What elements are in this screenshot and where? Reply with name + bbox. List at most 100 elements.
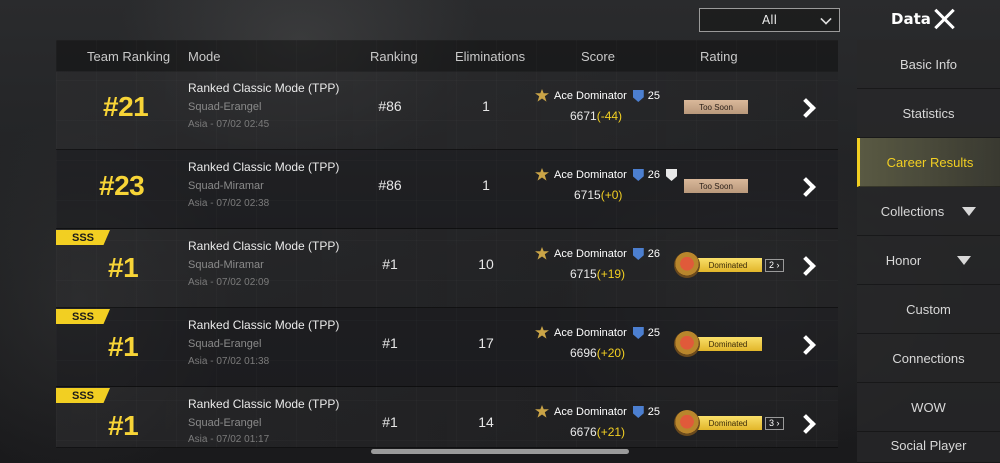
chevron-right-icon[interactable] xyxy=(798,335,818,355)
rating-badge: Dominated xyxy=(694,416,762,430)
chevron-right-icon[interactable] xyxy=(798,177,818,197)
tier-level: 26 xyxy=(647,169,661,181)
rating-dominated: Dominated 2 › xyxy=(674,252,784,278)
sidebar-item-social-player[interactable]: Social Player xyxy=(857,432,1000,463)
rating-badge: Dominated xyxy=(694,337,762,351)
match-meta: Asia - 07/02 02:09 xyxy=(188,277,270,288)
rating-dominated: Dominated xyxy=(674,331,762,357)
eliminations: 14 xyxy=(478,414,494,430)
sss-badge: SSS xyxy=(56,230,110,245)
score: 6676(+21) xyxy=(570,425,625,439)
eliminations: 1 xyxy=(482,98,490,114)
team-rank: #1 xyxy=(108,252,139,283)
score-value: 6715 xyxy=(574,188,601,202)
match-meta: Asia - 07/02 01:17 xyxy=(188,434,270,445)
tier: Ace Dominator 26 xyxy=(534,246,660,262)
sss-badge: SSS xyxy=(56,309,110,324)
score-value: 6676 xyxy=(570,425,597,439)
match-meta: Asia - 07/02 01:38 xyxy=(188,356,270,367)
sidebar: Basic Info Statistics Career Results Col… xyxy=(857,40,1000,463)
sidebar-item-basic-info[interactable]: Basic Info xyxy=(857,40,1000,89)
mode-map: Squad-Erangel xyxy=(188,338,262,350)
chevron-down-icon xyxy=(820,13,832,25)
eliminations: 10 xyxy=(478,256,494,272)
rating-count[interactable]: 3 › xyxy=(765,416,784,430)
chevron-right-icon[interactable] xyxy=(798,98,818,118)
match-meta: Asia - 07/02 02:45 xyxy=(188,119,270,130)
chevron-right-icon[interactable] xyxy=(798,256,818,276)
horizontal-scrollbar[interactable] xyxy=(371,449,629,454)
match-ranking: #86 xyxy=(378,98,402,114)
table-row[interactable]: #21 Ranked Classic Mode (TPP) Squad-Eran… xyxy=(56,71,838,150)
tier-name: Ace Dominator xyxy=(554,90,627,102)
col-team-ranking: Team Ranking xyxy=(87,49,171,64)
sidebar-item-label: Career Results xyxy=(886,154,974,170)
ace-dominator-icon xyxy=(534,325,550,341)
rating-badge: Dominated xyxy=(694,258,762,272)
table-row[interactable]: SSS #1 Ranked Classic Mode (TPP) Squad-E… xyxy=(56,387,838,448)
sidebar-item-label: Social Player xyxy=(890,438,967,453)
tier: Ace Dominator 25 xyxy=(534,88,660,104)
score-delta: (+0) xyxy=(600,188,623,202)
table-row[interactable]: #23 Ranked Classic Mode (TPP) Squad-Mira… xyxy=(56,150,838,229)
ace-dominator-icon xyxy=(534,246,550,262)
sidebar-item-label: Connections xyxy=(892,350,965,366)
match-ranking: #1 xyxy=(382,256,398,272)
chevron-down-icon xyxy=(962,206,977,216)
col-rating: Rating xyxy=(700,49,738,64)
rating-count[interactable]: 2 › xyxy=(765,258,784,272)
col-ranking: Ranking xyxy=(370,49,418,64)
filter-value: All xyxy=(762,13,777,27)
chevron-right-icon[interactable] xyxy=(798,414,818,434)
close-icon[interactable] xyxy=(933,8,955,30)
team-rank: #21 xyxy=(103,91,149,122)
ace-dominator-icon xyxy=(534,404,550,420)
mode-map: Squad-Miramar xyxy=(188,180,264,192)
sidebar-item-collections[interactable]: Collections xyxy=(857,187,1000,236)
mode-title: Ranked Classic Mode (TPP) xyxy=(188,397,340,411)
filter-dropdown[interactable]: All xyxy=(699,8,840,32)
match-ranking: #1 xyxy=(382,414,398,430)
rating-badge: Too Soon xyxy=(684,100,748,114)
page-title: Data xyxy=(891,10,931,28)
sidebar-item-wow[interactable]: WOW xyxy=(857,383,1000,432)
tier-level-icon xyxy=(632,327,644,339)
eliminations: 1 xyxy=(482,177,490,193)
match-meta: Asia - 07/02 02:38 xyxy=(188,198,270,209)
mode-map: Squad-Miramar xyxy=(188,259,264,271)
col-mode: Mode xyxy=(188,49,221,64)
protection-icon xyxy=(666,169,678,181)
score-delta: (-44) xyxy=(596,109,623,123)
sidebar-item-honor[interactable]: Honor xyxy=(857,236,1000,285)
tier-level-icon xyxy=(632,248,644,260)
tier-level-icon xyxy=(632,169,644,181)
tier: Ace Dominator 25 xyxy=(534,404,660,420)
score-delta: (+19) xyxy=(596,267,626,281)
sidebar-item-statistics[interactable]: Statistics xyxy=(857,89,1000,138)
tier-name: Ace Dominator xyxy=(554,327,627,339)
score: 6715(+0) xyxy=(574,188,622,202)
col-eliminations: Eliminations xyxy=(455,49,526,64)
table-row[interactable]: SSS #1 Ranked Classic Mode (TPP) Squad-M… xyxy=(56,229,838,308)
team-rank: #23 xyxy=(99,170,145,201)
mode-map: Squad-Erangel xyxy=(188,101,262,113)
tier-level-icon xyxy=(632,90,644,102)
mode-title: Ranked Classic Mode (TPP) xyxy=(188,318,340,332)
dominated-medal-icon xyxy=(674,331,700,357)
sss-badge: SSS xyxy=(56,388,110,403)
score-delta: (+21) xyxy=(596,425,626,439)
score: 6671(-44) xyxy=(570,109,622,123)
match-ranking: #86 xyxy=(378,177,402,193)
score-value: 6715 xyxy=(570,267,597,281)
sidebar-item-connections[interactable]: Connections xyxy=(857,334,1000,383)
sidebar-item-career-results[interactable]: Career Results xyxy=(857,138,1000,187)
mode-map: Squad-Erangel xyxy=(188,417,262,429)
sidebar-item-custom[interactable]: Custom xyxy=(857,285,1000,334)
table-row[interactable]: SSS #1 Ranked Classic Mode (TPP) Squad-E… xyxy=(56,308,838,387)
sidebar-item-label: Custom xyxy=(906,301,951,317)
career-results-table: Team Ranking Mode Ranking Eliminations S… xyxy=(56,40,838,448)
ace-dominator-icon xyxy=(534,88,550,104)
ace-dominator-icon xyxy=(534,167,550,183)
rating-badge: Too Soon xyxy=(684,179,748,193)
tier: Ace Dominator 26 xyxy=(534,167,678,183)
